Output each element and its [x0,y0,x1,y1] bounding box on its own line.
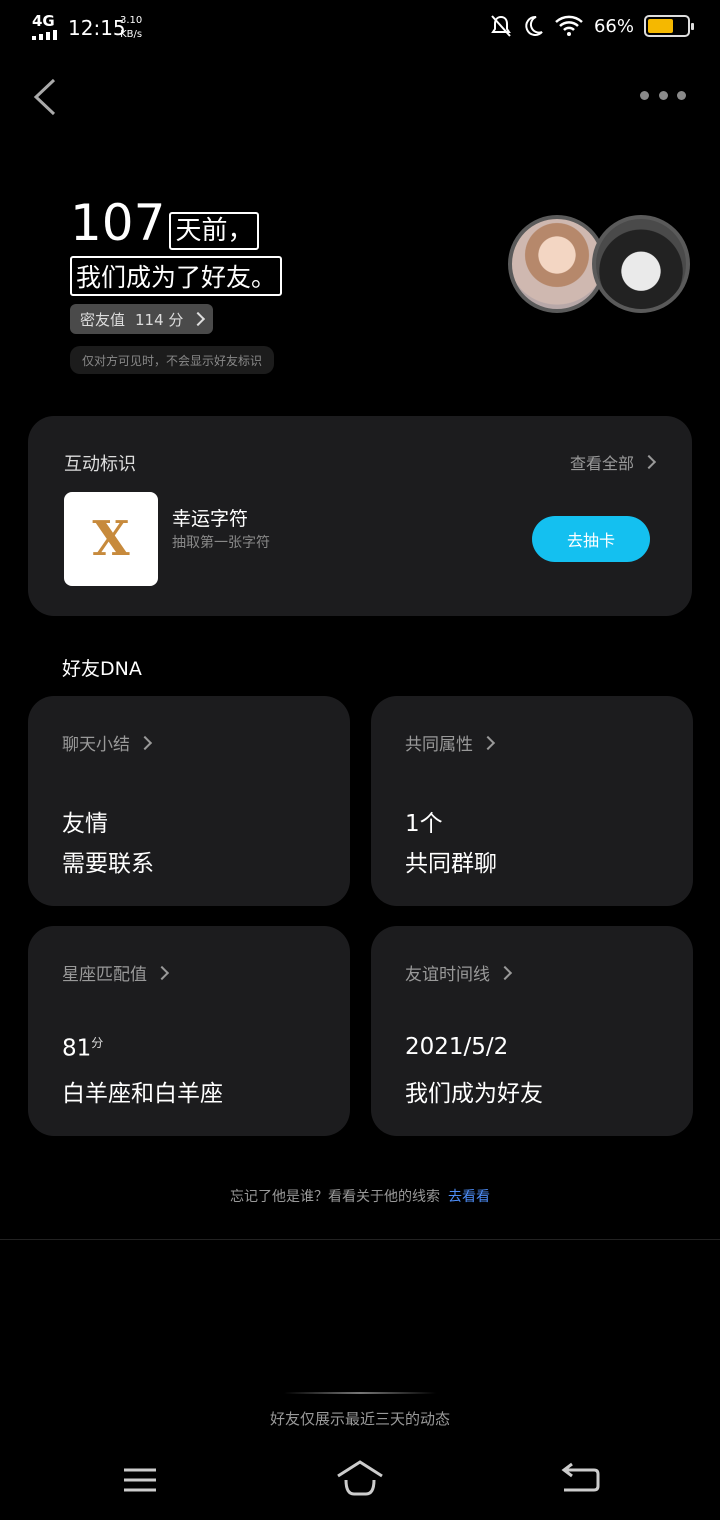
status-right: 66% [490,14,694,38]
chevron-right-icon [641,454,657,470]
more-dot [640,90,649,100]
chevron-right-icon [137,735,153,750]
back-button[interactable] [26,74,66,120]
tile-subtext: 需要联系 [62,851,154,877]
tile-value: 81分 [62,1034,103,1062]
menu-icon[interactable] [110,1456,170,1502]
signal-icon [32,30,57,40]
common-attributes-tile[interactable]: 共同属性 1个 共同群聊 [371,696,693,906]
view-all-label: 查看全部 [569,454,634,473]
network-speed: 3.10 KB/s [120,14,142,42]
status-bar: 4G 12:15 3.10 KB/s 66% [0,0,720,56]
chevron-right-icon [497,965,513,980]
back-arrow-icon[interactable] [550,1456,610,1502]
network-speed-unit: KB/s [120,29,143,40]
tile-value: 2021/5/2 [405,1034,509,1060]
divider [0,1239,720,1240]
score-label: 密友值 [80,310,126,329]
became-friends-text: 我们成为了好友。 [70,256,283,296]
go-see-link[interactable]: 去看看 [448,1189,490,1205]
lucky-char-subtitle: 抽取第一张字符 [172,535,270,551]
clue-hint-text: 忘记了他是谁？看看关于他的线索 [230,1189,440,1205]
friendship-timeline-tile[interactable]: 友谊时间线 2021/5/2 我们成为好友 [371,926,693,1136]
clock: 12:15 [68,16,126,40]
more-dot [677,90,686,100]
more-dot [658,90,668,100]
moon-icon [525,15,543,36]
tile-header: 友谊时间线 [405,960,513,985]
tile-value: 1个 [405,811,443,837]
draw-card-button[interactable]: 去抽卡 [532,516,650,562]
tile-header-label: 友谊时间线 [405,965,490,985]
lucky-char-title: 幸运字符 [172,508,249,530]
home-icon[interactable] [330,1456,390,1502]
chevron-right-icon [480,735,496,750]
friend-dna-label: 好友DNA [62,658,142,680]
system-nav-bar [0,1440,720,1520]
view-all-link[interactable]: 查看全部 [569,450,657,474]
tile-header-label: 聊天小结 [62,735,130,755]
mute-bell-icon [491,15,511,37]
days-line: 107 天前， [70,194,260,252]
divider [284,1392,436,1394]
zodiac-score: 81 [62,1035,92,1062]
lucky-char-icon[interactable]: X [64,492,158,586]
tile-header: 星座匹配值 [62,960,170,985]
tile-header: 聊天小结 [62,730,153,755]
interaction-card-title: 互动标识 [64,454,136,475]
tile-value: 友情 [62,811,108,837]
network-speed-value: 3.10 [120,15,143,26]
chevron-right-icon [191,311,206,327]
tile-subtext: 白羊座和白羊座 [62,1081,223,1107]
friend-score-chip[interactable]: 密友值 114 分 [70,304,214,334]
tile-subtext: 我们成为好友 [405,1081,543,1107]
tile-subtext: 共同群聊 [405,851,497,877]
score-value: 114 分 [135,310,184,329]
friend-avatar[interactable] [592,215,690,313]
wifi-icon [555,15,583,36]
clue-hint: 忘记了他是谁？看看关于他的线索 去看看 [0,1186,720,1206]
tile-header: 共同属性 [405,730,496,755]
privacy-note: 仅对方可见时，不会显示好友标识 [70,346,275,374]
battery-icon [644,15,694,37]
more-button[interactable] [640,86,686,104]
tile-header-label: 星座匹配值 [62,965,147,985]
battery-level [648,19,674,33]
days-suffix: 天前， [169,212,260,250]
network-type: 4G [32,12,55,30]
interaction-card: 互动标识 查看全部 X 幸运字符 抽取第一张字符 去抽卡 [28,416,692,616]
battery-percent: 66% [593,15,634,37]
tile-header-label: 共同属性 [405,735,473,755]
chat-summary-tile[interactable]: 聊天小结 友情 需要联系 [28,696,350,906]
zodiac-match-tile[interactable]: 星座匹配值 81分 白羊座和白羊座 [28,926,350,1136]
zodiac-score-unit: 分 [91,1036,104,1050]
days-number: 107 [70,194,166,252]
chevron-right-icon [154,965,170,980]
recent-activity-note: 好友仅展示最近三天的动态 [269,1410,450,1428]
